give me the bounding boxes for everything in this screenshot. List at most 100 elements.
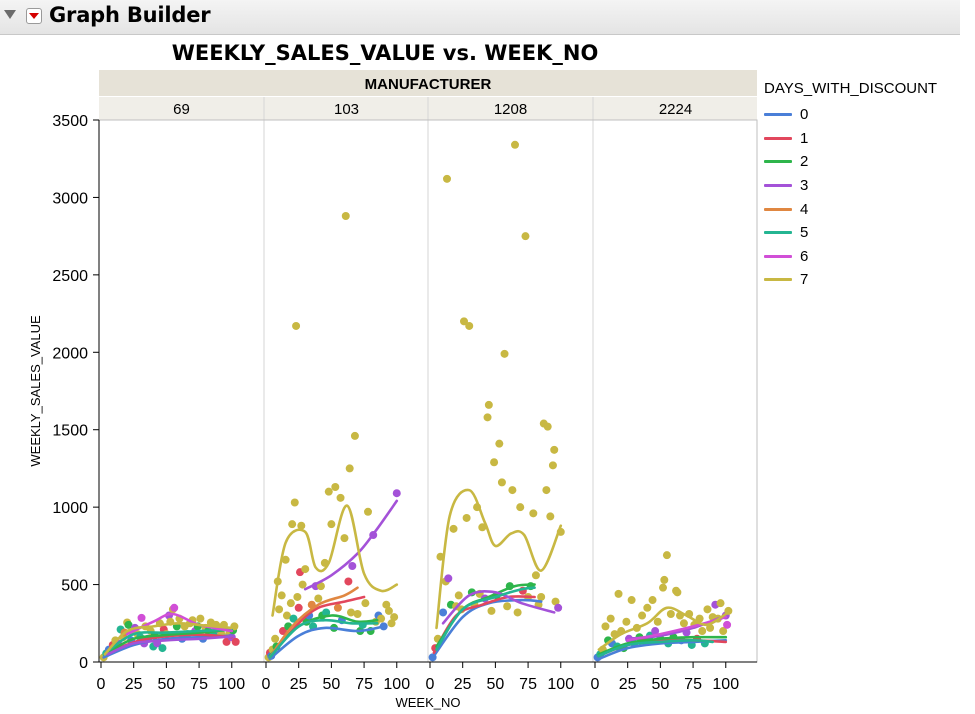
x-tick-label: 100 [218,676,245,693]
data-point-1208-group-7 [546,512,555,521]
data-point-1208-group-7 [500,349,509,358]
y-tick-label: 3000 [52,190,88,207]
legend-swatch-7 [764,278,792,282]
legend-item-5[interactable]: 5 [764,221,969,245]
legend-swatch-0 [764,113,792,117]
legend-item-3[interactable]: 3 [764,174,969,198]
data-point-1208-group-7 [483,413,492,422]
legend-item-2[interactable]: 2 [764,150,969,174]
legend-item-7[interactable]: 7 [764,268,969,292]
data-point-103-group-7 [286,599,295,608]
data-point-2224-group-7 [638,611,647,620]
data-point-103-group-1 [344,577,353,586]
data-point-1208-group-7 [548,461,557,470]
data-point-69-group-7 [196,614,205,623]
y-axis-label: WEEKLY_SALES_VALUE [28,315,43,467]
data-point-69-group-5 [158,644,167,653]
data-point-2224-group-7 [653,617,662,626]
legend-item-0[interactable]: 0 [764,103,969,127]
legend-label-6: 6 [800,247,809,265]
data-point-1208-group-7 [490,458,499,467]
x-tick-label: 75 [190,676,208,693]
data-point-1208-group-7 [495,439,504,448]
x-tick-label: 25 [454,676,472,693]
y-tick-label: 2000 [52,345,88,362]
data-point-103-group-7 [327,520,336,529]
data-point-103-group-7 [331,483,340,492]
x-tick-label: 50 [157,676,175,693]
data-point-103-group-7 [314,594,323,603]
legend-label-5: 5 [800,224,809,242]
x-tick-label: 25 [619,676,637,693]
y-tick-label: 1000 [52,500,88,517]
legend-label-0: 0 [800,106,809,124]
legend-swatch-3 [764,184,792,188]
data-point-69-group-1 [231,637,240,646]
data-point-1208-group-7 [543,422,552,431]
legend-item-4[interactable]: 4 [764,197,969,221]
chart-title: WEEKLY_SALES_VALUE vs. WEEK_NO [172,41,599,65]
data-point-1208-group-7 [542,486,551,495]
data-point-2224-group-7 [703,605,712,614]
x-tick-label: 75 [355,676,373,693]
data-point-103-group-7 [345,464,354,473]
data-point-1208-group-7 [516,503,525,512]
legend-item-6[interactable]: 6 [764,245,969,269]
data-point-1208-group-7 [497,478,506,487]
x-tick-label: 100 [712,676,739,693]
data-point-2224-group-6 [723,620,732,629]
legend-label-7: 7 [800,271,809,289]
data-point-69-group-6 [170,603,179,612]
data-point-103-group-7 [277,591,286,600]
panel-label-103: 103 [334,101,359,118]
x-tick-label: 75 [684,676,702,693]
data-point-103-group-7 [364,507,372,516]
data-point-2224-group-7 [698,627,707,636]
data-point-1208-group-7 [487,606,496,615]
data-point-103-group-7 [324,487,333,496]
data-point-2224-group-7 [648,596,657,605]
data-point-103-group-7 [292,321,301,330]
group-header-label: MANUFACTURER [365,76,492,93]
x-tick-label: 50 [322,676,340,693]
data-point-103-group-7 [290,498,299,507]
data-point-103-group-7 [350,431,359,440]
legend-item-1[interactable]: 1 [764,127,969,151]
data-point-2224-group-7 [660,575,669,584]
y-tick-label: 3500 [52,113,88,130]
panel-label-2224: 2224 [659,101,692,118]
data-point-103-group-7 [384,606,393,615]
data-point-103-group-7 [301,565,310,574]
data-point-1208-group-0 [439,608,448,617]
y-tick-label: 0 [79,655,88,672]
data-point-1208-group-7 [550,445,559,454]
data-point-1208-group-7 [462,513,471,522]
data-point-103-group-7 [298,580,307,589]
legend: DAYS_WITH_DISCOUNT 0 1 2 3 4 5 6 7 [764,80,969,292]
x-tick-label: 100 [547,676,574,693]
x-tick-label: 0 [591,676,600,693]
legend-swatch-4 [764,207,792,211]
data-point-103-group-7 [336,493,345,502]
data-point-103-group-3 [392,489,401,498]
data-point-1208-group-7 [511,140,519,149]
x-tick-label: 25 [125,676,143,693]
x-tick-label: 50 [651,676,669,693]
data-point-103-group-7 [353,609,362,618]
legend-label-1: 1 [800,129,809,147]
data-point-1208-group-7 [508,486,517,495]
legend-label-2: 2 [800,153,809,171]
data-point-1208-group-3 [444,574,453,583]
y-tick-label: 1500 [52,423,88,440]
legend-label-3: 3 [800,177,809,195]
data-point-2224-group-7 [659,583,667,592]
legend-swatch-6 [764,254,792,258]
data-point-103-group-7 [361,599,370,608]
y-tick-label: 500 [61,578,88,595]
legend-items: 0 1 2 3 4 5 6 7 [764,103,969,292]
panel-label-1208: 1208 [494,101,527,118]
y-tick-label: 2500 [52,268,88,285]
data-point-1208-group-7 [521,232,530,241]
data-point-1208-group-7 [449,524,458,533]
data-point-103-group-7 [275,605,284,614]
